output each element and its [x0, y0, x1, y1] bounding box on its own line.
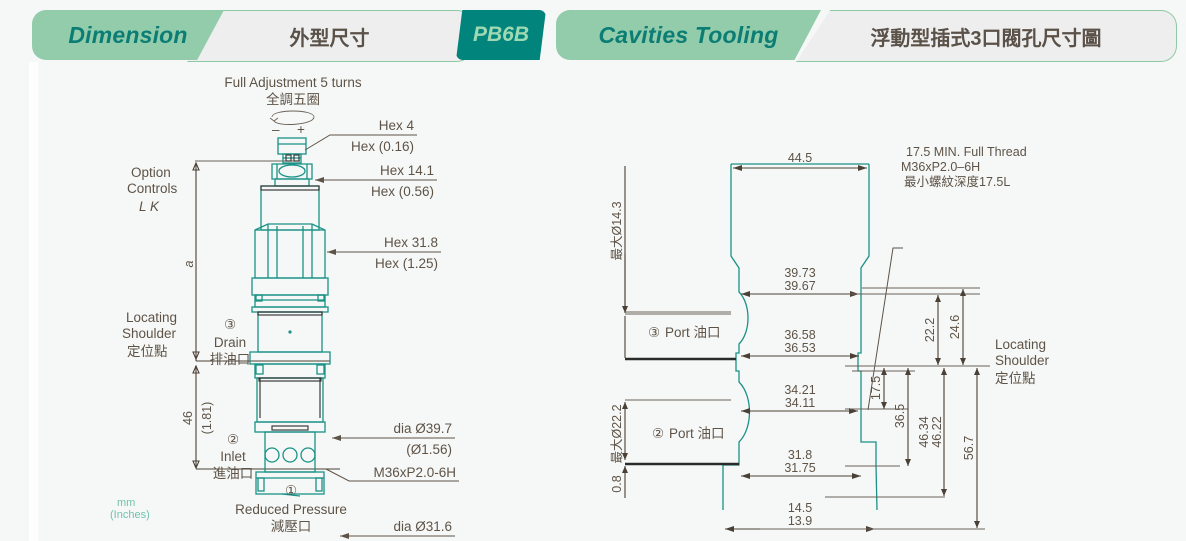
adjust-plus-label: +: [297, 122, 305, 137]
dim-a-group: a: [182, 160, 300, 361]
right-port-2: ② Port 油口: [652, 426, 725, 441]
callout-hex141-line2: Hex (0.56): [371, 184, 434, 199]
right-port-2-num: ②: [652, 426, 664, 441]
left-port-1-en: Reduced Pressure: [235, 502, 347, 517]
left-port-2-en: Inlet: [220, 449, 246, 464]
callout-hex318-line2: Hex (1.25): [375, 256, 438, 271]
callout-dia316-line1: dia Ø31.6: [393, 519, 452, 534]
right-drawing: 最大Ø14.3 最大Ø22.2 0.8 ③ Port 油口 ② Port 油口: [610, 145, 1050, 532]
right-dim-56-7: 56.7: [962, 436, 976, 460]
callout-hex4: Hex 4 Hex (0.16): [304, 118, 417, 154]
right-dim-0-8: 0.8: [610, 475, 624, 492]
units-mm: mm: [117, 497, 135, 509]
tab-group-dimension: 外型尺寸 Dimension: [32, 10, 473, 62]
header-tab-bar: 外型尺寸 Dimension PB6B 浮動型插式3口閥孔尺寸圖 Cavitie…: [0, 10, 1186, 66]
right-locating-shoulder-cn: 定位點: [995, 371, 1036, 386]
tab-product-code[interactable]: PB6B: [456, 10, 546, 60]
dim-46-inches: (1.81): [200, 402, 214, 435]
dim-a-label: a: [182, 260, 196, 267]
left-drawing: Full Adjustment 5 turns 全調五圈 – + Option …: [110, 75, 459, 541]
right-dim-14-5: 14.5 13.9: [725, 501, 875, 532]
callout-hex4-line2: Hex (0.16): [351, 139, 414, 154]
full-adjustment-label-en: Full Adjustment 5 turns: [224, 75, 362, 90]
right-port-3-label: Port 油口: [665, 325, 721, 340]
right-port-3: ③ Port 油口: [648, 325, 721, 340]
left-locating-shoulder-line2: Shoulder: [122, 326, 177, 341]
right-dim-39-73: 39.73: [784, 266, 815, 280]
option-controls-line2: Controls: [127, 181, 178, 196]
callout-m36-line1: M36xP2.0-6H: [373, 465, 456, 480]
right-dim-34-11: 34.11: [785, 396, 815, 410]
right-dim-max-14-3: 最大Ø14.3: [610, 201, 624, 260]
right-dim-14-5-lower: 13.9: [788, 514, 812, 528]
right-dim-31-8: 31.8: [788, 448, 812, 462]
callout-dia397: dia Ø39.7 (Ø1.56): [332, 421, 455, 457]
right-dim-44-5-value: 44.5: [788, 151, 812, 165]
right-dim-14-5-upper: 14.5: [788, 501, 812, 515]
right-dim-46-34: 46.34: [917, 416, 931, 447]
tab-cavities-cn[interactable]: 浮動型插式3口閥孔尺寸圖: [796, 10, 1177, 62]
callout-hex141: Hex 14.1 Hex (0.56): [315, 163, 437, 199]
option-controls-line3: L K: [139, 199, 160, 214]
right-dim-34-1: 34.21 34.11: [741, 383, 858, 414]
left-port-3-en: Drain: [214, 335, 246, 350]
right-dim-36-58: 36.58: [784, 328, 815, 342]
callout-hex318-line1: Hex 31.8: [384, 235, 438, 250]
left-port-1-cn: 減壓口: [271, 518, 312, 534]
callout-dia316: dia Ø31.6 (Ø1.24): [340, 519, 455, 541]
left-port-3-cn: 排油口: [210, 352, 251, 367]
right-dim-36-5-v: 36.5: [893, 404, 907, 428]
units-inches: (Inches): [110, 509, 150, 521]
valve-cartridge-graphic: [249, 137, 331, 497]
left-port-2: ② Inlet 進油口: [213, 432, 254, 481]
cavity-profile-left: [722, 164, 751, 510]
callout-hex4-line1: Hex 4: [379, 118, 415, 133]
right-dim-39-7: 39.73 39.67: [741, 266, 859, 297]
left-locating-shoulder-line1: Locating: [126, 310, 177, 325]
left-port-2-num: ②: [227, 432, 239, 447]
right-locating-shoulder-line1: Locating: [995, 337, 1046, 352]
tab-group-cavities: 浮動型插式3口閥孔尺寸圖 Cavities Tooling: [556, 10, 1177, 62]
right-dim-36-5: 36.58 36.53: [741, 328, 859, 359]
option-controls-line1: Option: [131, 165, 171, 180]
right-dim-34-21: 34.21: [784, 383, 815, 397]
full-adjustment-label-cn: 全調五圈: [266, 91, 320, 107]
right-dim-36-53: 36.53: [784, 341, 815, 355]
thread-note-line3: 最小螺紋深度17.5L: [904, 174, 1010, 189]
right-dim-max-22-2: 最大Ø22.2: [610, 404, 624, 463]
right-dim-46-22: 46.22: [930, 416, 944, 447]
right-dim-31-75: 31.75: [784, 461, 815, 475]
right-port-3-num: ③: [648, 325, 660, 340]
thread-note-line1: 17.5 MIN. Full Thread: [906, 145, 1027, 159]
tab-dimension-en-wrap: Dimension: [32, 10, 262, 60]
right-dim-17-5: 17.5: [869, 376, 883, 400]
left-locating-shoulder-cn: 定位點: [127, 344, 168, 359]
cavity-profile-right: [857, 164, 878, 511]
drawing-canvas: Full Adjustment 5 turns 全調五圈 – + Option …: [0, 66, 1186, 541]
right-dim-39-67: 39.67: [784, 279, 815, 293]
left-port-2-cn: 進油口: [213, 466, 254, 481]
tab-cavities-en-wrap: Cavities Tooling: [556, 10, 846, 60]
tab-dimension-en[interactable]: Dimension: [32, 10, 224, 60]
callout-m36: M36xP2.0-6H: [325, 465, 459, 482]
dim-46-value: 46: [181, 411, 195, 425]
right-locating-shoulder-line2: Shoulder: [995, 353, 1050, 368]
tab-cavities-en[interactable]: Cavities Tooling: [556, 10, 821, 60]
thread-note-line2: M36xP2.0–6H: [901, 160, 980, 174]
left-port-1: ① Reduced Pressure 減壓口: [235, 483, 347, 534]
right-dim-31-8: 31.8 31.75: [741, 448, 861, 479]
right-dim-44-5: 44.5: [733, 151, 867, 171]
tab-group-code: PB6B: [456, 10, 568, 60]
right-dim-22-2: 22.2: [923, 318, 937, 342]
callout-hex318: Hex 31.8 Hex (1.25): [327, 235, 441, 271]
right-port-2-label: Port 油口: [669, 426, 725, 441]
callout-dia397-line2: (Ø1.56): [406, 442, 452, 457]
adjust-minus-label: –: [272, 122, 280, 137]
callout-hex141-line1: Hex 14.1: [380, 163, 434, 178]
right-dim-24-6: 24.6: [948, 315, 962, 339]
left-port-3-num: ③: [224, 317, 236, 332]
left-port-3: ③ Drain 排油口: [210, 317, 251, 367]
callout-dia397-line1: dia Ø39.7: [393, 421, 452, 436]
left-port-1-num: ①: [285, 483, 297, 498]
